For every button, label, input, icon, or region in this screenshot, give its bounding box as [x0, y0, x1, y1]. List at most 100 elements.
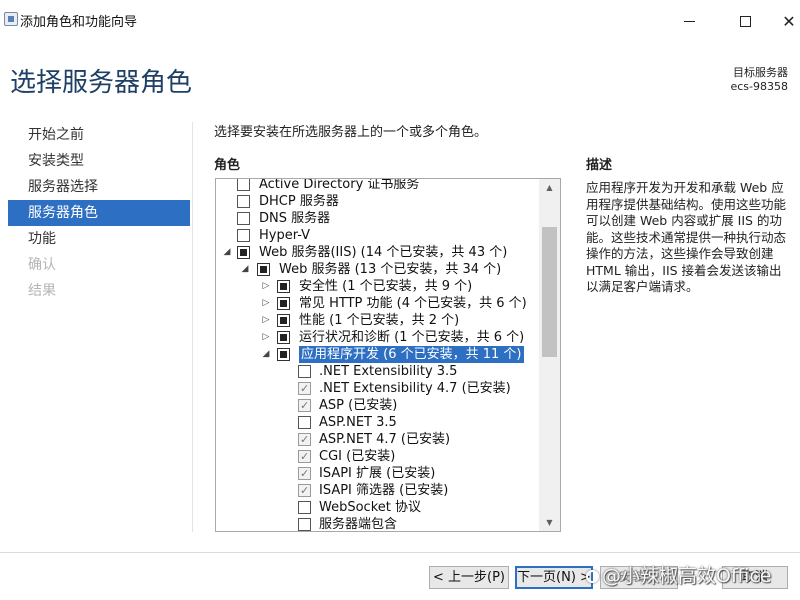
role-checkbox[interactable] [277, 297, 290, 310]
role-row[interactable]: ▷ 运行状况和诊断 (1 个已安装，共 6 个) [216, 329, 542, 346]
roles-tree[interactable]: Active Directory 证书服务 DHCP 服务器 DNS 服务器 Hype… [215, 178, 561, 532]
wizard-nav: 开始之前 安装类型 服务器选择 服务器角色 功能 确认 结果 [8, 122, 190, 304]
role-row[interactable]: ASP (已安装) [216, 397, 542, 414]
nav-item-results: 结果 [28, 283, 56, 299]
scroll-thumb[interactable] [542, 227, 557, 357]
wizard-app-icon [4, 12, 18, 26]
roles-scrollbar[interactable]: ▲ ▼ [539, 179, 560, 531]
role-row[interactable]: ▷ 性能 (1 个已安装，共 2 个) [216, 312, 542, 329]
role-checkbox [298, 448, 311, 465]
role-row[interactable]: ▷ 安全性 (1 个已安装，共 9 个) [216, 278, 542, 295]
roles-header: 角色 [214, 158, 241, 173]
expand-arrow-icon[interactable]: ▷ [261, 295, 271, 312]
window-title: 添加角色和功能向导 [20, 15, 138, 30]
role-row[interactable]: WebSocket 协议 [216, 499, 542, 516]
role-label[interactable]: .NET Extensibility 4.7 (已安装) [319, 380, 511, 397]
role-label[interactable]: 服务器端包含 [319, 516, 397, 531]
role-label[interactable]: 应用程序开发 (6 个已安装，共 11 个) [299, 346, 524, 363]
nav-item-installation-type[interactable]: 安装类型 [8, 148, 190, 174]
role-label[interactable]: 常见 HTTP 功能 (4 个已安装，共 6 个) [299, 295, 527, 312]
role-label[interactable]: WebSocket 协议 [319, 499, 421, 516]
target-server-info: 目标服务器 ecs-98358 [730, 66, 788, 94]
role-row[interactable]: ◢ Web 服务器(IIS) (14 个已安装，共 43 个) [216, 244, 542, 261]
expand-arrow-icon[interactable]: ▷ [261, 329, 271, 346]
role-label[interactable]: 性能 (1 个已安装，共 2 个) [299, 312, 459, 329]
nav-item-server-roles[interactable]: 服务器角色 [8, 200, 190, 226]
scroll-down-icon[interactable]: ▼ [539, 514, 560, 531]
role-label[interactable]: ISAPI 扩展 (已安装) [319, 465, 435, 482]
role-row[interactable]: Hyper-V [216, 227, 542, 244]
role-checkbox[interactable] [237, 246, 250, 259]
role-checkbox[interactable] [257, 263, 270, 276]
role-checkbox[interactable] [298, 501, 311, 514]
role-row[interactable]: ISAPI 扩展 (已安装) [216, 465, 542, 482]
role-label[interactable]: Web 服务器 (13 个已安装，共 34 个) [279, 261, 501, 278]
close-icon: ✕ [782, 11, 796, 31]
footer-divider [0, 552, 800, 553]
instruction-text: 选择要安装在所选服务器上的一个或多个角色。 [214, 125, 488, 140]
maximize-button[interactable] [720, 0, 770, 42]
role-checkbox[interactable] [277, 280, 290, 293]
role-checkbox[interactable] [298, 518, 311, 531]
role-row[interactable]: ▷ 常见 HTTP 功能 (4 个已安装，共 6 个) [216, 295, 542, 312]
watermark: @小辣椒高效Office [586, 561, 771, 588]
close-button[interactable]: ✕ [764, 0, 800, 42]
role-label[interactable]: 运行状况和诊断 (1 个已安装，共 6 个) [299, 329, 524, 346]
role-row[interactable]: .NET Extensibility 4.7 (已安装) [216, 380, 542, 397]
role-label[interactable]: Active Directory 证书服务 [259, 179, 419, 193]
role-label[interactable]: ASP (已安装) [319, 397, 397, 414]
expand-arrow-icon[interactable]: ▷ [261, 312, 271, 329]
maximize-icon [739, 15, 751, 27]
role-checkbox[interactable] [237, 229, 250, 242]
target-server-label: 目标服务器 [733, 66, 788, 79]
role-label[interactable]: Web 服务器(IIS) (14 个已安装，共 43 个) [259, 244, 507, 261]
role-row[interactable]: CGI (已安装) [216, 448, 542, 465]
role-label[interactable]: CGI (已安装) [319, 448, 395, 465]
role-row[interactable]: 服务器端包含 [216, 516, 542, 531]
role-checkbox[interactable] [277, 314, 290, 327]
title-bar: 添加角色和功能向导 ✕ [0, 0, 800, 42]
role-row[interactable]: ◢ 应用程序开发 (6 个已安装，共 11 个) [216, 346, 542, 363]
nav-item-server-selection[interactable]: 服务器选择 [8, 174, 190, 200]
role-checkbox[interactable] [277, 348, 290, 361]
role-checkbox[interactable] [298, 416, 311, 429]
role-row[interactable]: DHCP 服务器 [216, 193, 542, 210]
role-checkbox[interactable] [298, 365, 311, 378]
scroll-up-icon[interactable]: ▲ [539, 179, 560, 196]
minimize-button[interactable] [664, 0, 714, 42]
watermark-text: @小辣椒高效Office [602, 565, 772, 587]
nav-item-features[interactable]: 功能 [8, 226, 190, 252]
role-checkbox [298, 431, 311, 448]
role-label[interactable]: ISAPI 筛选器 (已安装) [319, 482, 448, 499]
role-row[interactable]: ISAPI 筛选器 (已安装) [216, 482, 542, 499]
page-title: 选择服务器角色 [10, 68, 193, 98]
nav-divider [192, 122, 193, 532]
nav-item-before-you-begin[interactable]: 开始之前 [8, 122, 190, 148]
collapse-arrow-icon[interactable]: ◢ [240, 261, 250, 278]
role-row[interactable]: .NET Extensibility 3.5 [216, 363, 542, 380]
role-checkbox[interactable] [237, 195, 250, 208]
role-label[interactable]: ASP.NET 3.5 [319, 414, 397, 431]
role-checkbox [298, 465, 311, 482]
role-row[interactable]: Active Directory 证书服务 [216, 179, 542, 193]
collapse-arrow-icon[interactable]: ◢ [222, 244, 232, 261]
role-label[interactable]: DHCP 服务器 [259, 193, 339, 210]
role-label[interactable]: DNS 服务器 [259, 210, 330, 227]
role-checkbox[interactable] [237, 212, 250, 225]
role-checkbox[interactable] [277, 331, 290, 344]
next-button[interactable]: 下一页(N) > [515, 566, 593, 589]
role-row[interactable]: ◢ Web 服务器 (13 个已安装，共 34 个) [216, 261, 542, 278]
role-checkbox [298, 380, 311, 397]
expand-arrow-icon[interactable]: ▷ [261, 278, 271, 295]
role-label[interactable]: 安全性 (1 个已安装，共 9 个) [299, 278, 472, 295]
role-row[interactable]: ASP.NET 4.7 (已安装) [216, 431, 542, 448]
role-label[interactable]: ASP.NET 4.7 (已安装) [319, 431, 450, 448]
role-row[interactable]: ASP.NET 3.5 [216, 414, 542, 431]
role-label[interactable]: .NET Extensibility 3.5 [319, 363, 457, 380]
collapse-arrow-icon[interactable]: ◢ [261, 346, 271, 363]
role-checkbox[interactable] [237, 179, 250, 191]
role-row[interactable]: DNS 服务器 [216, 210, 542, 227]
role-label[interactable]: Hyper-V [259, 227, 310, 244]
role-description: 应用程序开发为开发和承载 Web 应用程序提供基础结构。使用这些功能可以创建 W… [586, 180, 787, 294]
previous-button[interactable]: < 上一步(P) [429, 566, 509, 589]
